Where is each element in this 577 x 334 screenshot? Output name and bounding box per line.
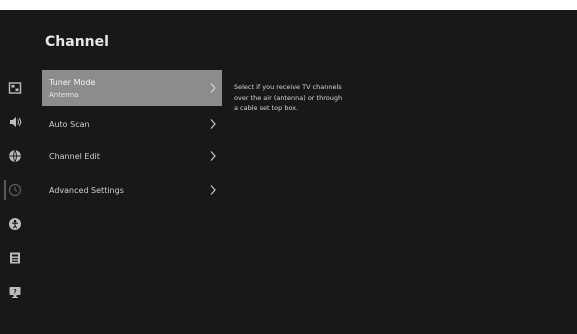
menu-item-auto-scan[interactable]: Auto Scan — [42, 108, 222, 140]
svg-text:?: ? — [13, 288, 17, 295]
picture-icon — [8, 81, 22, 95]
channel-icon — [8, 183, 22, 197]
help-description: Select if you receive TV channels over t… — [234, 83, 343, 112]
sidebar-item-network[interactable] — [0, 142, 30, 170]
sound-icon — [8, 115, 22, 129]
menu-item-label: Advanced Settings — [49, 185, 124, 195]
chevron-right-icon — [210, 151, 216, 161]
support-icon: ? — [8, 285, 22, 299]
menu-item-label: Auto Scan — [49, 119, 90, 129]
tuner-mode-value: Antenna — [49, 90, 79, 99]
system-icon — [8, 251, 22, 265]
network-icon — [8, 149, 22, 163]
sidebar-item-support[interactable]: ? — [0, 278, 30, 306]
sidebar-item-picture[interactable] — [0, 74, 30, 102]
accessibility-icon — [8, 217, 22, 231]
tv-screen: Channel ? Tuner Mode Antenna Auto Scan C… — [0, 10, 577, 334]
chevron-right-icon — [210, 83, 216, 93]
menu-item-advanced-settings[interactable]: Advanced Settings — [42, 174, 222, 206]
menu-item-label: Channel Edit — [49, 151, 100, 161]
sidebar-item-accessibility[interactable] — [0, 210, 30, 238]
menu-item-channel-edit[interactable]: Channel Edit — [42, 140, 222, 172]
chevron-right-icon — [210, 185, 216, 195]
chevron-right-icon — [210, 119, 216, 129]
menu-item-label: Tuner Mode — [49, 77, 96, 87]
sidebar-item-sound[interactable] — [0, 108, 30, 136]
menu-item-tuner-mode[interactable]: Tuner Mode Antenna — [42, 70, 222, 106]
sidebar-item-system[interactable] — [0, 244, 30, 272]
sidebar-item-channel[interactable] — [0, 176, 30, 204]
page-title: Channel — [45, 34, 109, 50]
